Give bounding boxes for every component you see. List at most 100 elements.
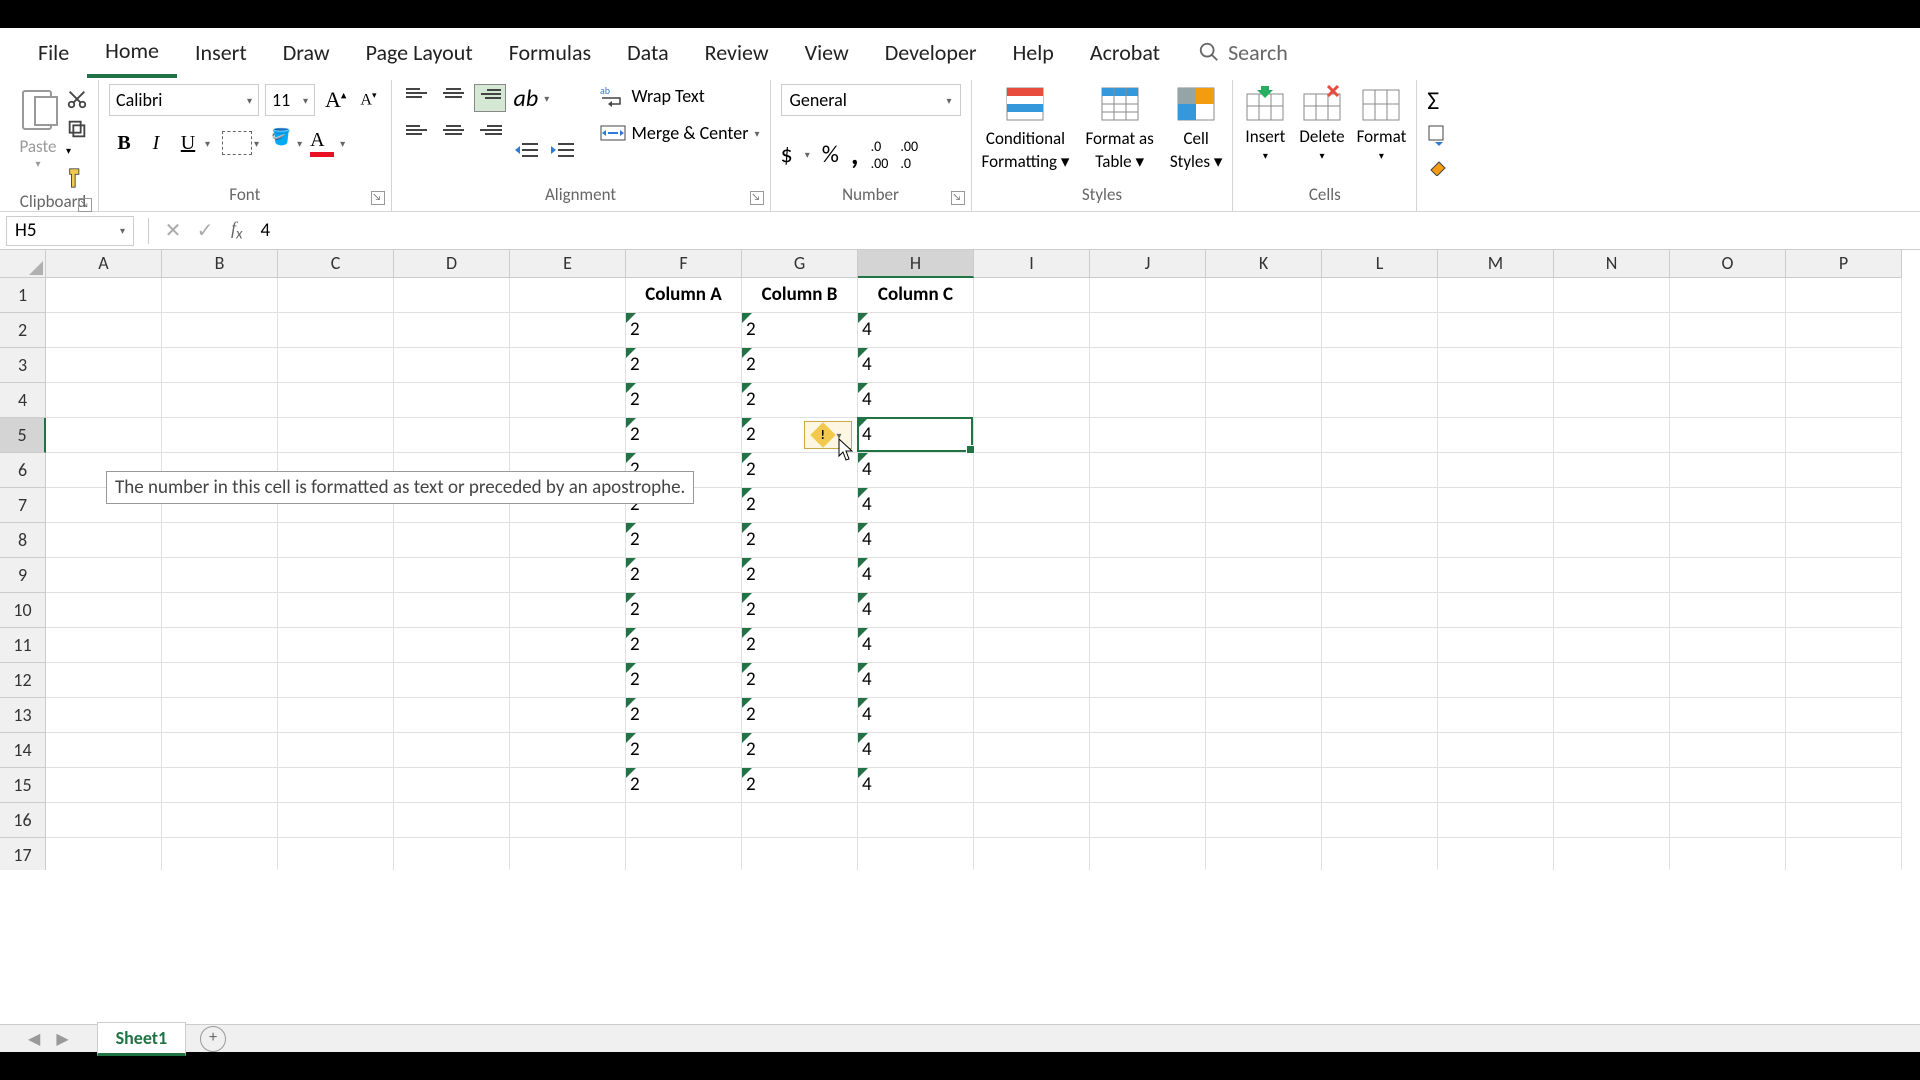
cell[interactable] bbox=[162, 523, 278, 558]
cell[interactable] bbox=[1670, 628, 1786, 663]
row-header[interactable]: 6 bbox=[0, 453, 46, 488]
cell[interactable] bbox=[1438, 663, 1554, 698]
cell[interactable] bbox=[162, 698, 278, 733]
cell[interactable]: 4 bbox=[858, 348, 974, 383]
cell[interactable] bbox=[1438, 558, 1554, 593]
row-header[interactable]: 9 bbox=[0, 558, 46, 593]
cell[interactable] bbox=[1206, 838, 1322, 870]
cell[interactable] bbox=[394, 838, 510, 870]
cell[interactable] bbox=[278, 593, 394, 628]
cell[interactable]: 4 bbox=[858, 733, 974, 768]
row-header[interactable]: 1 bbox=[0, 278, 46, 313]
cell[interactable] bbox=[1322, 558, 1438, 593]
tab-draw[interactable]: Draw bbox=[265, 29, 348, 76]
cell[interactable] bbox=[1090, 383, 1206, 418]
cell[interactable] bbox=[974, 278, 1090, 313]
row-header[interactable]: 2 bbox=[0, 313, 46, 348]
cell[interactable] bbox=[1554, 383, 1670, 418]
cell[interactable] bbox=[278, 663, 394, 698]
cell[interactable] bbox=[394, 313, 510, 348]
enter-formula-button[interactable]: ✓ bbox=[189, 218, 221, 243]
cell[interactable] bbox=[1090, 803, 1206, 838]
row-header[interactable]: 10 bbox=[0, 593, 46, 628]
cell[interactable] bbox=[46, 733, 162, 768]
cell[interactable] bbox=[1090, 453, 1206, 488]
autosum-button[interactable]: Σ bbox=[1427, 84, 1439, 116]
increase-indent-button[interactable] bbox=[550, 137, 582, 165]
cell[interactable]: 2 bbox=[742, 593, 858, 628]
cell[interactable] bbox=[1670, 768, 1786, 803]
cell[interactable] bbox=[1206, 558, 1322, 593]
cell[interactable] bbox=[278, 348, 394, 383]
fx-icon[interactable]: fx bbox=[231, 218, 243, 244]
cell[interactable] bbox=[1670, 803, 1786, 838]
cell[interactable] bbox=[626, 803, 742, 838]
decrease-indent-button[interactable] bbox=[514, 137, 546, 165]
cell[interactable] bbox=[974, 838, 1090, 870]
cell[interactable] bbox=[1090, 733, 1206, 768]
cell[interactable] bbox=[394, 733, 510, 768]
cell[interactable] bbox=[1438, 768, 1554, 803]
cell[interactable] bbox=[1090, 593, 1206, 628]
delete-cells-button[interactable]: Delete▾ bbox=[1299, 84, 1344, 162]
cell[interactable]: 2 bbox=[626, 733, 742, 768]
sheet-nav-next[interactable]: ▶ bbox=[48, 1029, 76, 1049]
cell[interactable] bbox=[1554, 698, 1670, 733]
cell[interactable] bbox=[1090, 313, 1206, 348]
cell[interactable] bbox=[278, 628, 394, 663]
cell[interactable] bbox=[162, 663, 278, 698]
column-header[interactable]: G bbox=[742, 250, 858, 278]
cell[interactable] bbox=[1322, 663, 1438, 698]
cell[interactable] bbox=[510, 628, 626, 663]
cell[interactable] bbox=[1786, 698, 1902, 733]
format-painter-button[interactable] bbox=[66, 167, 88, 189]
cell[interactable] bbox=[974, 663, 1090, 698]
cell[interactable] bbox=[1670, 698, 1786, 733]
cell[interactable] bbox=[1554, 418, 1670, 453]
column-header[interactable]: P bbox=[1786, 250, 1902, 278]
cell[interactable] bbox=[46, 278, 162, 313]
cell[interactable] bbox=[1554, 768, 1670, 803]
cell[interactable] bbox=[1554, 628, 1670, 663]
cell[interactable] bbox=[1322, 838, 1438, 870]
cell[interactable]: 4 bbox=[858, 593, 974, 628]
align-bottom-center-button[interactable] bbox=[438, 116, 470, 144]
cell[interactable] bbox=[46, 313, 162, 348]
cell[interactable] bbox=[1090, 488, 1206, 523]
cell[interactable] bbox=[1322, 803, 1438, 838]
italic-button[interactable]: I bbox=[141, 128, 171, 158]
cell[interactable] bbox=[974, 558, 1090, 593]
cell[interactable] bbox=[278, 523, 394, 558]
cell[interactable] bbox=[1554, 348, 1670, 383]
cell[interactable] bbox=[1438, 838, 1554, 870]
cell[interactable] bbox=[394, 628, 510, 663]
comma-format-button[interactable]: , bbox=[851, 136, 859, 173]
cell[interactable] bbox=[1554, 593, 1670, 628]
column-header[interactable]: D bbox=[394, 250, 510, 278]
cell[interactable]: 2 bbox=[742, 488, 858, 523]
cell[interactable] bbox=[46, 838, 162, 870]
cell[interactable] bbox=[974, 488, 1090, 523]
row-header[interactable]: 11 bbox=[0, 628, 46, 663]
cell[interactable] bbox=[858, 838, 974, 870]
cell[interactable] bbox=[510, 383, 626, 418]
cell[interactable] bbox=[1206, 453, 1322, 488]
column-header[interactable]: A bbox=[46, 250, 162, 278]
cell[interactable] bbox=[1206, 418, 1322, 453]
tell-me-search[interactable]: Search bbox=[1198, 39, 1288, 66]
cell[interactable] bbox=[510, 698, 626, 733]
increase-decimal-button[interactable]: .0.00 bbox=[871, 138, 889, 172]
cell[interactable] bbox=[1786, 523, 1902, 558]
row-header[interactable]: 15 bbox=[0, 768, 46, 803]
column-header[interactable]: I bbox=[974, 250, 1090, 278]
cell[interactable] bbox=[1322, 418, 1438, 453]
cell[interactable] bbox=[1090, 628, 1206, 663]
cell[interactable] bbox=[394, 803, 510, 838]
tab-developer[interactable]: Developer bbox=[867, 29, 995, 76]
cell[interactable] bbox=[1090, 523, 1206, 558]
cell[interactable] bbox=[394, 523, 510, 558]
cell[interactable] bbox=[974, 733, 1090, 768]
cell[interactable] bbox=[1554, 838, 1670, 870]
cell[interactable] bbox=[1786, 278, 1902, 313]
cell[interactable] bbox=[162, 348, 278, 383]
